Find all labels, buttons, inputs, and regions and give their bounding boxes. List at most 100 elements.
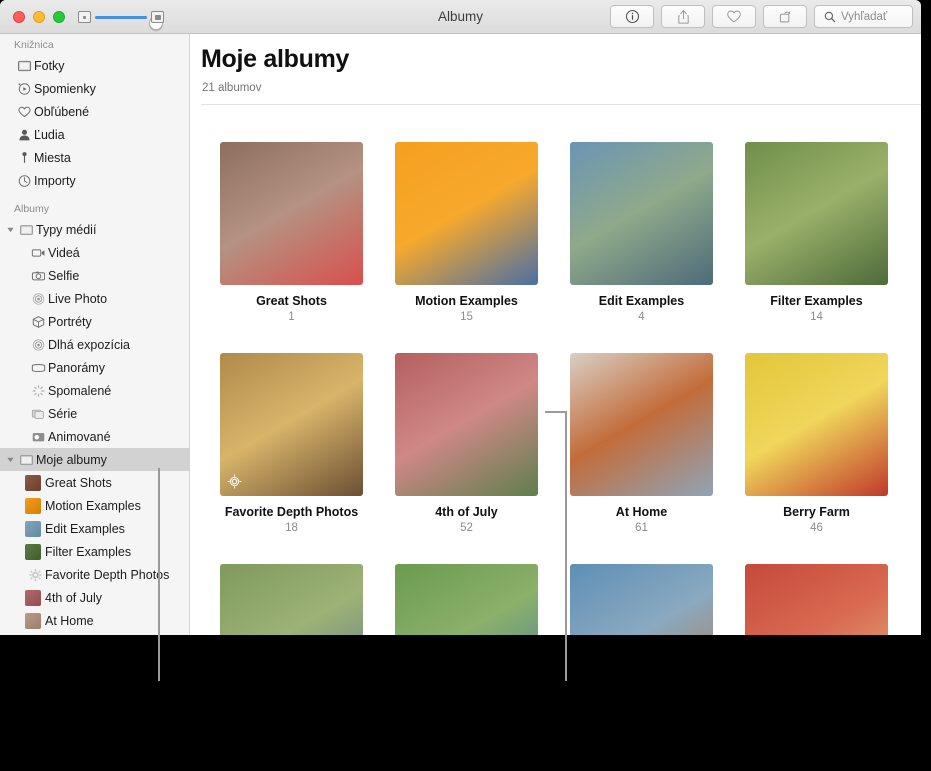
sidebar-item-favorite-depth-photos[interactable]: Favorite Depth Photos: [0, 563, 189, 586]
sidebar-album-list-leader-line: [158, 468, 160, 681]
sidebar-item-ob-ben[interactable]: Obľúbené: [0, 100, 189, 123]
sidebar-item-vide[interactable]: Videá: [0, 241, 189, 264]
rotate-icon: [777, 9, 793, 24]
live-photo-icon: [28, 291, 48, 307]
album-cover-thumbnail[interactable]: [745, 142, 888, 285]
album-cell-filter-examples[interactable]: Filter Examples 14: [729, 142, 904, 323]
sidebar-item-label: Videá: [48, 246, 80, 260]
album-cell-great-shots[interactable]: Great Shots 1: [204, 142, 379, 323]
heart-icon: [14, 104, 34, 120]
sidebar-item-label: Motion Examples: [45, 499, 141, 513]
folder-icon: [16, 222, 36, 238]
page-title: Moje albumy: [201, 45, 349, 74]
sidebar-section-title-0: Knižnica: [0, 34, 189, 54]
sidebar-item-live-photo[interactable]: Live Photo: [0, 287, 189, 310]
sidebar-item-moje-albumy[interactable]: Moje albumy: [0, 448, 189, 471]
window-titlebar: Albumy: [0, 0, 921, 34]
album-cover-thumbnail[interactable]: [395, 353, 538, 496]
album-cell-album-8[interactable]: [204, 564, 379, 635]
sidebar-item-selfie[interactable]: Selfie: [0, 264, 189, 287]
cube-icon: [28, 314, 48, 330]
favorite-button[interactable]: [712, 5, 756, 28]
sidebar-item-edit-examples[interactable]: Edit Examples: [0, 517, 189, 540]
sidebar-item-4th-of-july[interactable]: 4th of July: [0, 586, 189, 609]
sidebar-item-dlh-expoz-cia[interactable]: Dlhá expozícia: [0, 333, 189, 356]
heart-icon: [726, 9, 742, 24]
main-content: Moje albumy 21 albumov Great Shots 1 Mot…: [191, 34, 921, 635]
album-cover-thumbnail[interactable]: [395, 564, 538, 635]
sidebar-item-spomienky[interactable]: Spomienky: [0, 77, 189, 100]
sidebar-item-great-shots[interactable]: Great Shots: [0, 471, 189, 494]
album-cell-4th-of-july[interactable]: 4th of July 52: [379, 353, 554, 534]
sidebar-item-motion-examples[interactable]: Motion Examples: [0, 494, 189, 517]
disclosure-triangle-icon[interactable]: [6, 455, 15, 464]
album-cell-album-9[interactable]: [379, 564, 554, 635]
clock-icon: [14, 173, 34, 189]
sidebar-item-s-rie[interactable]: Série: [0, 402, 189, 425]
album-cover-thumbnail[interactable]: [570, 353, 713, 496]
depth-effect-icon: [227, 474, 242, 489]
rotate-button[interactable]: [763, 5, 807, 28]
animated-icon: [28, 429, 48, 445]
album-cell-at-home[interactable]: At Home 61: [554, 353, 729, 534]
album-cover-thumbnail[interactable]: [395, 142, 538, 285]
album-cell-motion-examples[interactable]: Motion Examples 15: [379, 142, 554, 323]
sidebar-item-importy[interactable]: Importy: [0, 169, 189, 192]
album-cover-thumbnail[interactable]: [570, 564, 713, 635]
sidebar[interactable]: Knižnica Fotky Spomienky Obľúbené Ľudia …: [0, 34, 190, 635]
sidebar-item-spomalen[interactable]: Spomalené: [0, 379, 189, 402]
disclosure-triangle[interactable]: [4, 225, 16, 234]
album-cover-thumbnail[interactable]: [220, 564, 363, 635]
sidebar-item-at-home[interactable]: At Home: [0, 609, 189, 632]
album-count-label: 21 albumov: [202, 82, 261, 94]
burst-icon: [28, 406, 48, 422]
album-name: Edit Examples: [554, 294, 729, 308]
sidebar-item-label: Selfie: [48, 269, 79, 283]
search-input[interactable]: Vyhľadať: [814, 5, 913, 28]
sidebar-item-label: At Home: [45, 614, 94, 628]
album-name: Favorite Depth Photos: [204, 505, 379, 519]
info-button[interactable]: [610, 5, 654, 28]
album-cover-thumbnail[interactable]: [220, 142, 363, 285]
album-cover-thumbnail[interactable]: [570, 142, 713, 285]
album-cell-favorite-depth-photos[interactable]: Favorite Depth Photos 18: [204, 353, 379, 534]
album-cover-thumbnail[interactable]: [220, 353, 363, 496]
sidebar-item-label: Ľudia: [34, 128, 65, 142]
album-name: Berry Farm: [729, 505, 904, 519]
sidebar-item-label: Typy médií: [36, 223, 96, 237]
sidebar-item-miesta[interactable]: Miesta: [0, 146, 189, 169]
album-item-count: 18: [204, 522, 379, 534]
album-cell-edit-examples[interactable]: Edit Examples 4: [554, 142, 729, 323]
long-exposure-icon: [28, 337, 48, 353]
header-divider: [201, 104, 921, 105]
sidebar-item-label: Spomienky: [34, 82, 96, 96]
sidebar-item-label: Panorámy: [48, 361, 105, 375]
camera-icon: [28, 268, 48, 284]
disclosure-triangle-icon[interactable]: [6, 225, 15, 234]
album-cell-album-10[interactable]: [554, 564, 729, 635]
sidebar-item-label: Importy: [34, 174, 76, 188]
album-cell-album-11[interactable]: [729, 564, 904, 635]
pin-icon: [14, 150, 34, 166]
album-name: 4th of July: [379, 505, 554, 519]
sidebar-item-udia[interactable]: Ľudia: [0, 123, 189, 146]
photos-app-window: Albumy: [0, 0, 921, 635]
sidebar-item-typy-m-di[interactable]: Typy médií: [0, 218, 189, 241]
sidebar-item-label: Favorite Depth Photos: [45, 568, 169, 582]
sidebar-item-fotky[interactable]: Fotky: [0, 54, 189, 77]
album-cell-berry-farm[interactable]: Berry Farm 46: [729, 353, 904, 534]
share-button[interactable]: [661, 5, 705, 28]
album-name: At Home: [554, 505, 729, 519]
album-cover-thumbnail[interactable]: [745, 564, 888, 635]
sidebar-item-label: Moje albumy: [36, 453, 107, 467]
sidebar-item-animovan[interactable]: Animované: [0, 425, 189, 448]
sidebar-item-panor-my[interactable]: Panorámy: [0, 356, 189, 379]
album-grid: Great Shots 1 Motion Examples 15 Edit Ex…: [191, 109, 921, 635]
sidebar-item-portr-ty[interactable]: Portréty: [0, 310, 189, 333]
sidebar-item-label: Spomalené: [48, 384, 111, 398]
album-item-count: 46: [729, 522, 904, 534]
sidebar-item-filter-examples[interactable]: Filter Examples: [0, 540, 189, 563]
album-cover-thumbnail[interactable]: [745, 353, 888, 496]
album-item-count: 61: [554, 522, 729, 534]
disclosure-triangle[interactable]: [4, 455, 16, 464]
